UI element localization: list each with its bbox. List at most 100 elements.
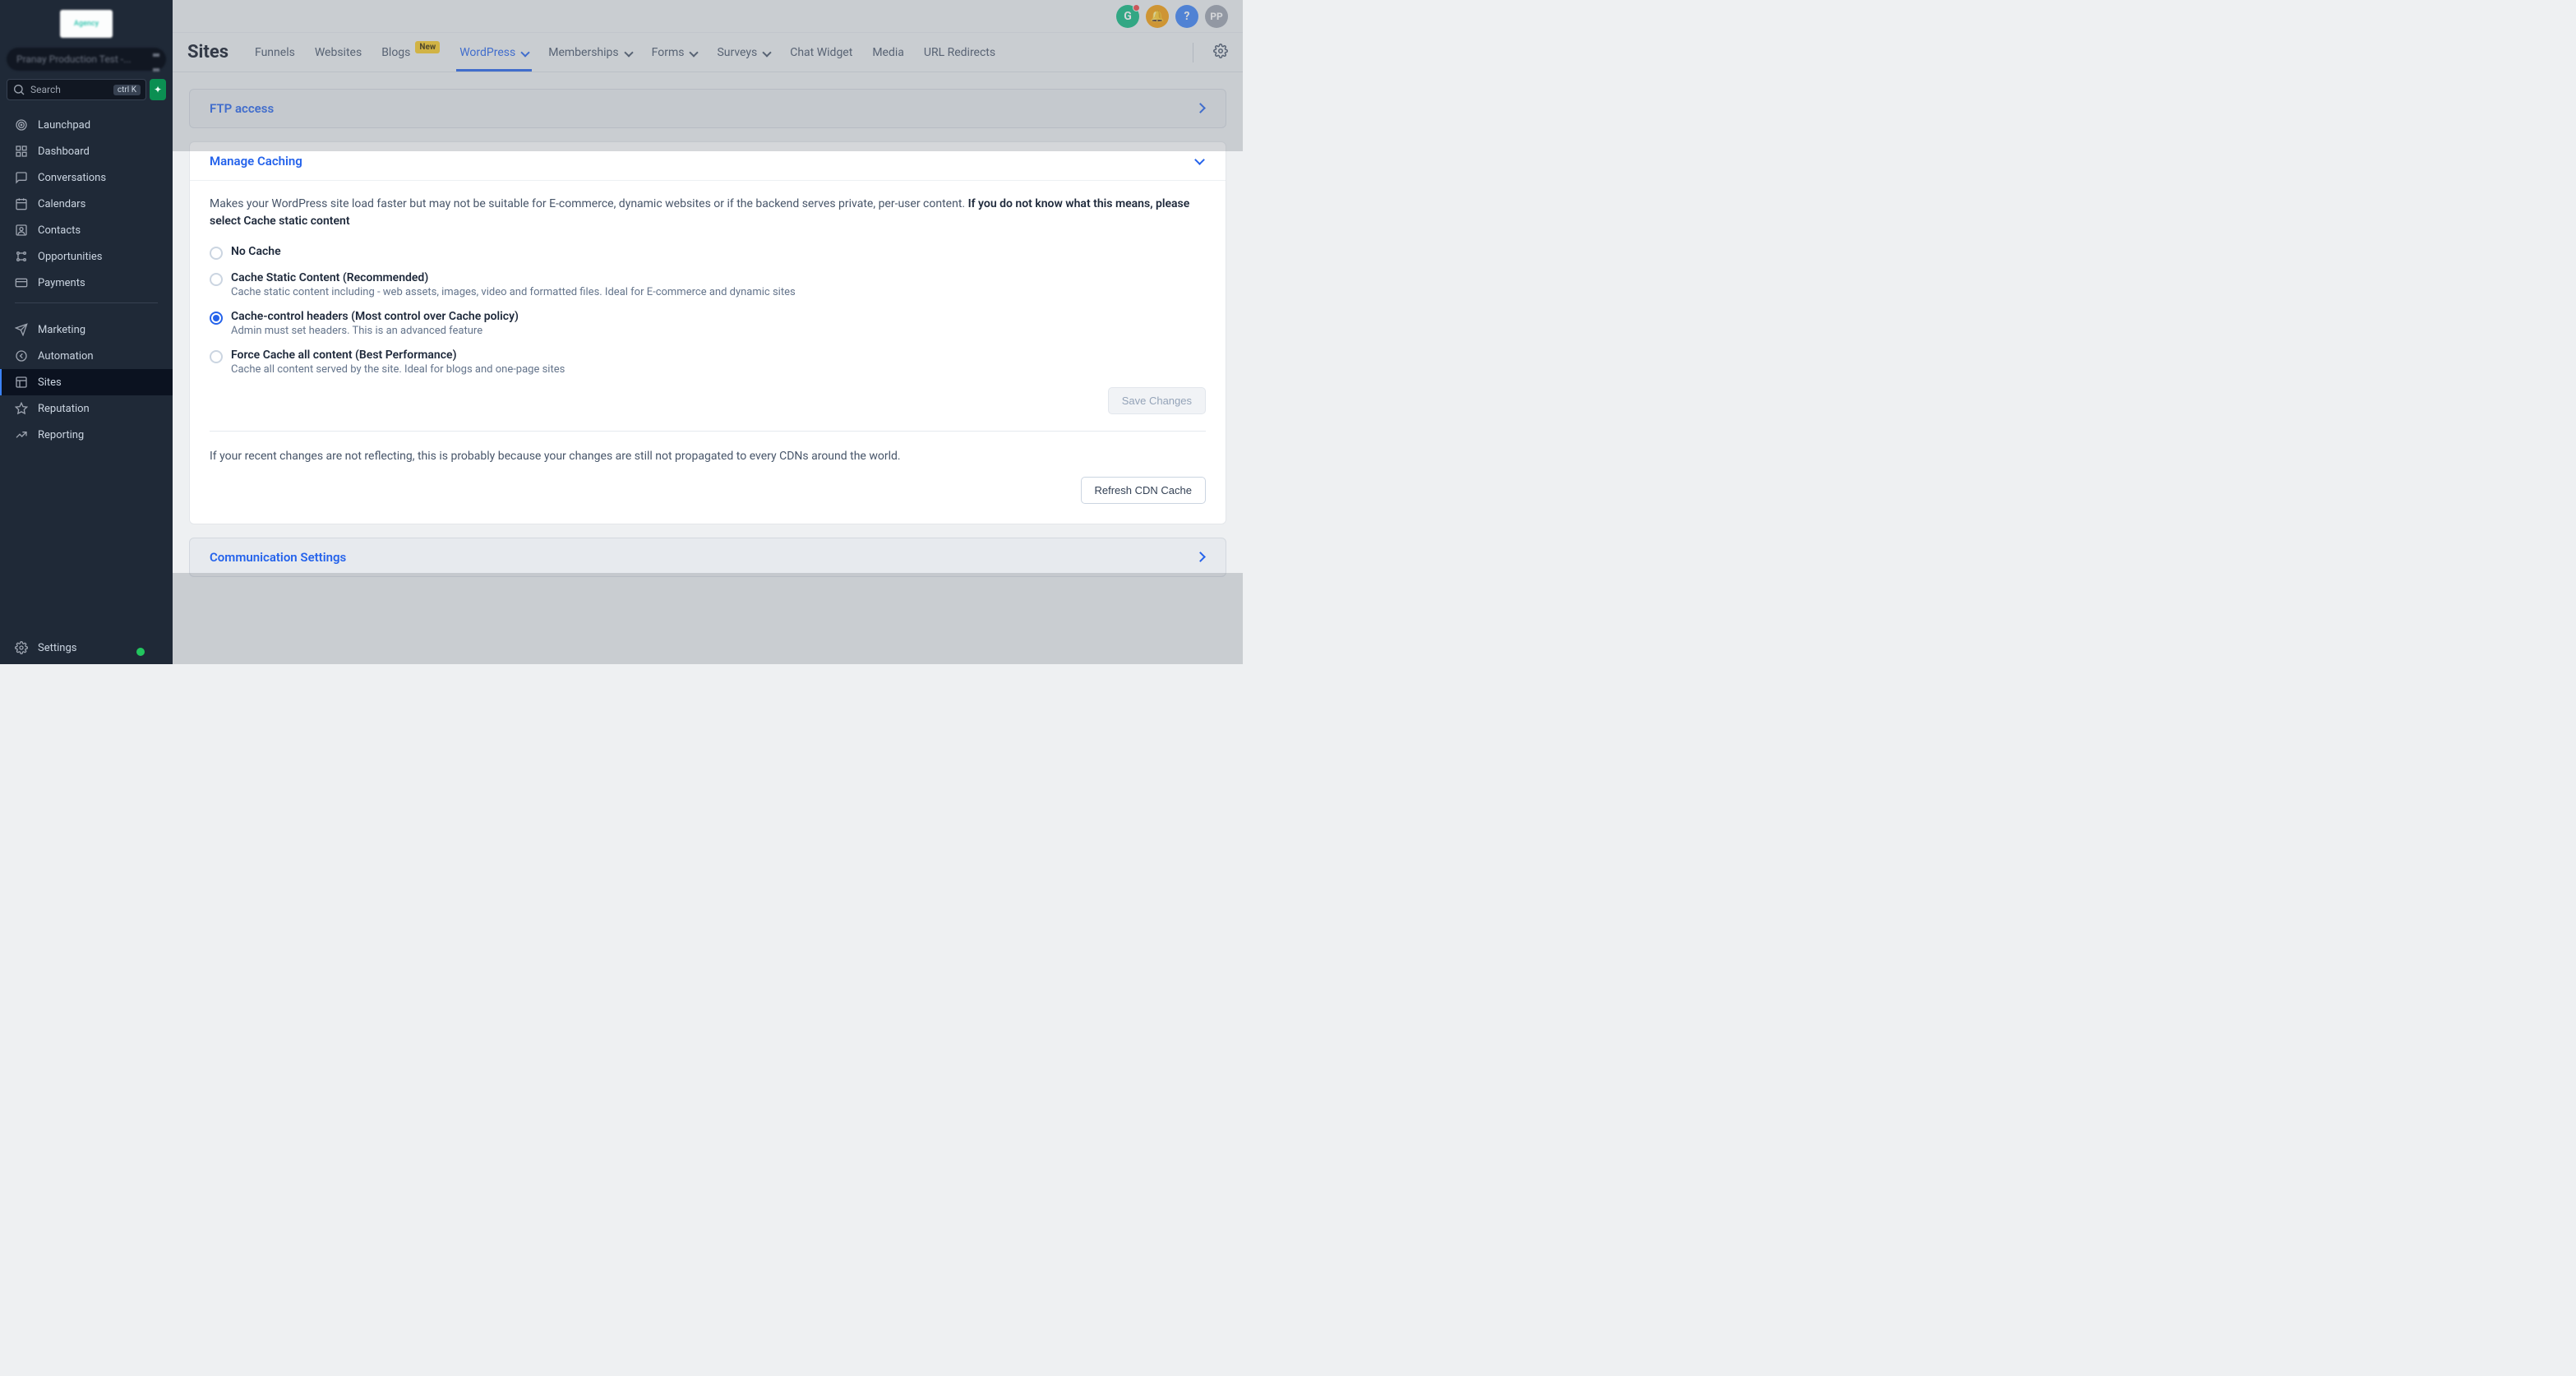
- tab-label: Forms: [652, 46, 685, 59]
- sidebar-item-payments[interactable]: Payments: [0, 270, 173, 296]
- sidebar-item-label: Dashboard: [38, 145, 90, 158]
- search-shortcut: ctrl K: [113, 85, 141, 95]
- sidebar-item-label: Launchpad: [38, 119, 90, 132]
- sidebar-item-label: Reporting: [38, 429, 84, 441]
- nav-divider: [15, 302, 158, 303]
- chevron-down-icon: [1194, 155, 1206, 167]
- sidebar-item-launchpad[interactable]: Launchpad: [0, 112, 173, 138]
- tab-memberships[interactable]: Memberships: [548, 46, 631, 59]
- chevron-down-icon: [520, 48, 529, 57]
- help-icon: ?: [1184, 10, 1190, 23]
- settings-label: Settings: [38, 642, 76, 654]
- search-placeholder: Search: [30, 84, 108, 95]
- cache-option-3[interactable]: Force Cache all content (Best Performanc…: [210, 349, 1206, 376]
- trend-icon: [15, 428, 28, 441]
- sidebar-item-label: Sites: [38, 376, 62, 389]
- chat-icon: [15, 171, 28, 184]
- tab-label: URL Redirects: [924, 46, 995, 59]
- chevron-down-icon: [624, 48, 632, 57]
- sidebar-item-label: Conversations: [38, 172, 106, 184]
- spark-icon: ✦: [154, 84, 162, 95]
- ftp-access-title: FTP access: [210, 101, 274, 116]
- tab-label: Media: [872, 46, 904, 59]
- sidebar-item-contacts[interactable]: Contacts: [0, 217, 173, 243]
- calendar-icon: [15, 197, 28, 210]
- sidebar-item-label: Payments: [38, 277, 85, 289]
- cache-option-1[interactable]: Cache Static Content (Recommended)Cache …: [210, 271, 1206, 298]
- radio-label: No Cache: [231, 245, 281, 258]
- sidebar-item-settings[interactable]: Settings: [15, 635, 158, 661]
- sidebar: Agency Pranay Production Test -... Searc…: [0, 0, 173, 664]
- tab-media[interactable]: Media: [872, 46, 904, 59]
- radio-sublabel: Admin must set headers. This is an advan…: [231, 325, 519, 337]
- chevron-down-icon: [689, 48, 697, 57]
- radio-button[interactable]: [210, 273, 223, 286]
- save-changes-button[interactable]: Save Changes: [1108, 387, 1206, 414]
- presence-dot-icon: [136, 648, 145, 656]
- tab-label: WordPress: [459, 46, 515, 59]
- tab-label: Blogs: [381, 46, 410, 59]
- payments-icon: [15, 276, 28, 289]
- manage-caching-title: Manage Caching: [210, 154, 302, 169]
- tab-chat-widget[interactable]: Chat Widget: [790, 46, 852, 59]
- sidebar-item-label: Automation: [38, 350, 94, 362]
- gear-icon: [15, 641, 28, 654]
- tab-wordpress[interactable]: WordPress: [459, 46, 529, 59]
- megaphone-icon: G: [1124, 10, 1132, 23]
- contact-icon: [15, 224, 28, 237]
- tab-websites[interactable]: Websites: [315, 46, 362, 59]
- sidebar-item-dashboard[interactable]: Dashboard: [0, 138, 173, 164]
- sidebar-item-marketing[interactable]: Marketing: [0, 316, 173, 343]
- help-button[interactable]: ?: [1175, 5, 1198, 28]
- cdn-note: If your recent changes are not reflectin…: [210, 448, 1206, 465]
- sidebar-item-label: Marketing: [38, 324, 85, 336]
- avatar[interactable]: PP: [1205, 5, 1228, 28]
- tab-forms[interactable]: Forms: [652, 46, 698, 59]
- sidebar-item-label: Contacts: [38, 224, 81, 237]
- tab-funnels[interactable]: Funnels: [255, 46, 295, 59]
- whatsnew-button[interactable]: G: [1116, 5, 1139, 28]
- radio-button[interactable]: [210, 247, 223, 260]
- caching-description: Makes your WordPress site load faster bu…: [210, 196, 1206, 230]
- sidebar-item-calendars[interactable]: Calendars: [0, 191, 173, 217]
- radio-label: Cache Static Content (Recommended): [231, 271, 796, 284]
- cache-option-0[interactable]: No Cache: [210, 245, 1206, 260]
- sidebar-item-reporting[interactable]: Reporting: [0, 422, 173, 448]
- notifications-button[interactable]: 🔔: [1146, 5, 1169, 28]
- ftp-access-card[interactable]: FTP access: [189, 89, 1226, 128]
- star-icon: [15, 402, 28, 415]
- sidebar-item-opportunities[interactable]: Opportunities: [0, 243, 173, 270]
- subnav-settings-button[interactable]: [1213, 44, 1228, 62]
- radio-button[interactable]: [210, 350, 223, 363]
- tab-blogs[interactable]: BlogsNew: [381, 46, 440, 59]
- topbar: G 🔔 ? PP: [173, 0, 1243, 33]
- tab-surveys[interactable]: Surveys: [717, 46, 770, 59]
- opportunity-icon: [15, 250, 28, 263]
- manage-caching-header[interactable]: Manage Caching: [190, 142, 1226, 180]
- search-input[interactable]: Search ctrl K: [7, 79, 146, 100]
- sidebar-item-conversations[interactable]: Conversations: [0, 164, 173, 191]
- tab-label: Memberships: [548, 46, 618, 59]
- manage-caching-card: Manage Caching Makes your WordPress site…: [189, 141, 1226, 524]
- sidebar-item-sites[interactable]: Sites: [0, 369, 173, 395]
- send-icon: [15, 323, 28, 336]
- target-icon: [15, 118, 28, 132]
- tab-label: Surveys: [717, 46, 757, 59]
- sidebar-item-label: Calendars: [38, 198, 85, 210]
- refresh-cdn-button[interactable]: Refresh CDN Cache: [1081, 477, 1207, 504]
- main: G 🔔 ? PP Sites FunnelsWebsitesBlogsNewWo…: [173, 0, 1243, 664]
- chevron-right-icon: [1194, 103, 1206, 114]
- avatar-initials: PP: [1210, 11, 1222, 22]
- tab-url-redirects[interactable]: URL Redirects: [924, 46, 995, 59]
- radio-button[interactable]: [210, 312, 223, 325]
- sidebar-item-automation[interactable]: Automation: [0, 343, 173, 369]
- radio-label: Cache-control headers (Most control over…: [231, 310, 519, 323]
- ai-wand-button[interactable]: ✦: [150, 79, 166, 100]
- account-selector[interactable]: Pranay Production Test -...: [7, 48, 166, 71]
- sidebar-item-reputation[interactable]: Reputation: [0, 395, 173, 422]
- cache-option-2[interactable]: Cache-control headers (Most control over…: [210, 310, 1206, 337]
- sites-icon: [15, 376, 28, 389]
- account-label: Pranay Production Test -...: [16, 53, 132, 65]
- chevron-right-icon: [1194, 552, 1206, 563]
- communication-settings-card[interactable]: Communication Settings: [189, 538, 1226, 577]
